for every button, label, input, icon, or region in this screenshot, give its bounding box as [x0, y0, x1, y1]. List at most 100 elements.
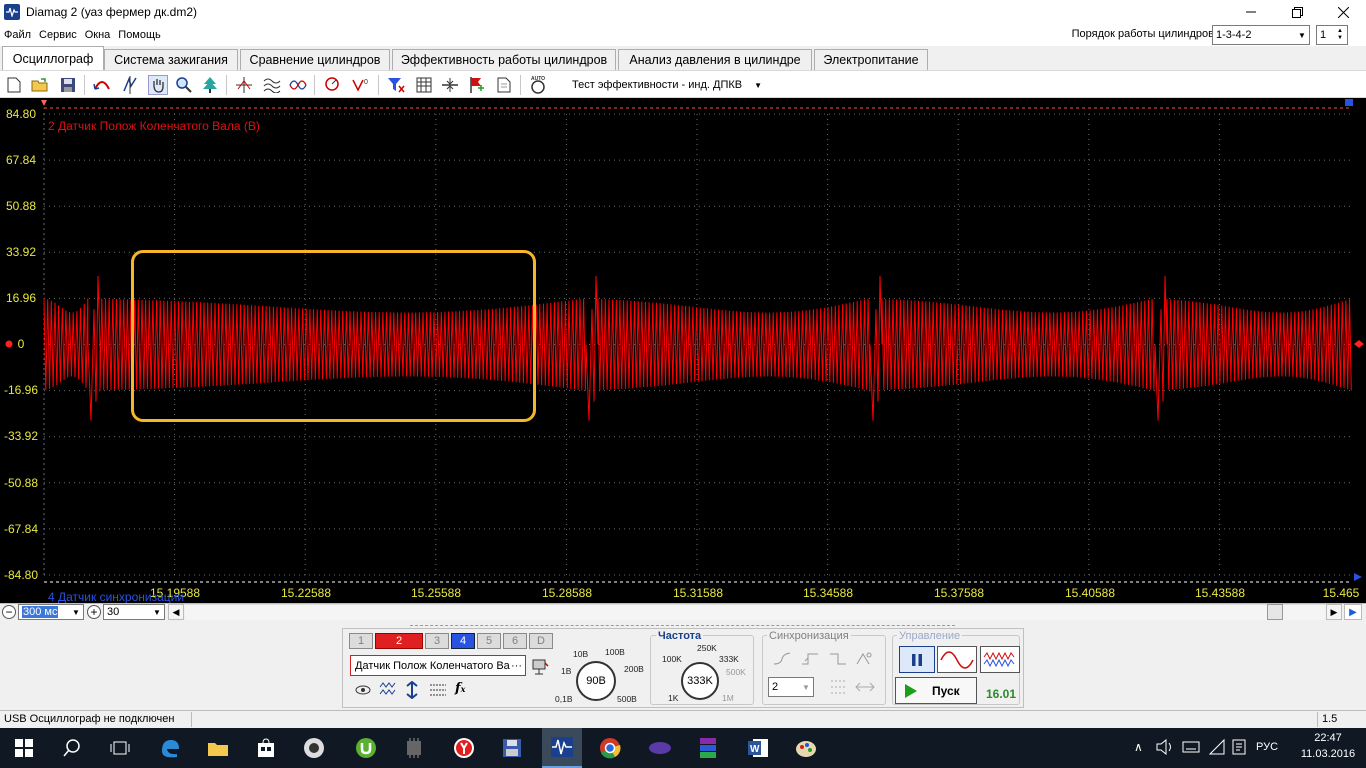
maximize-button[interactable] [1274, 0, 1320, 24]
clock-time[interactable]: 22:47 [1306, 732, 1350, 744]
menu-help[interactable]: Помощь [114, 29, 165, 41]
channel-5-button[interactable]: 5 [477, 633, 501, 649]
winrar-icon[interactable] [696, 736, 720, 760]
view-eye-icon[interactable] [355, 682, 371, 698]
channel-1-button[interactable]: 1 [349, 633, 373, 649]
tray-chevron-up-icon[interactable]: ∧ [1134, 740, 1143, 754]
edge-browser-icon[interactable] [158, 736, 182, 760]
channel-3-button[interactable]: 3 [425, 633, 449, 649]
scrollbar-track[interactable] [185, 604, 1325, 620]
signal-filter-icon[interactable] [379, 682, 397, 698]
word-icon[interactable]: W [746, 736, 770, 760]
sensor-select[interactable]: Датчик Полож Коленчатого Ва ··· [350, 655, 526, 676]
new-file-icon[interactable] [4, 75, 24, 95]
zoom-out-button[interactable]: − [2, 605, 16, 619]
tab-oscilloscope[interactable]: Осциллограф [2, 46, 104, 70]
pause-button[interactable] [899, 646, 935, 673]
sync-edge-down-icon[interactable] [829, 651, 847, 667]
tab-power-supply[interactable]: Электропитание [814, 49, 928, 70]
filter-icon[interactable] [386, 75, 406, 95]
minimize-button[interactable] [1228, 0, 1274, 24]
yandex-browser-icon[interactable] [452, 736, 476, 760]
count-select[interactable]: 30 ▼ [103, 604, 165, 620]
media-player-icon[interactable] [302, 736, 326, 760]
overlay-signals-icon[interactable] [262, 75, 282, 95]
report-icon[interactable] [494, 75, 514, 95]
menu-file[interactable]: Файл [0, 29, 35, 41]
paint-icon[interactable] [794, 736, 818, 760]
sync-auto-icon[interactable] [855, 651, 873, 667]
vertical-scale-icon[interactable] [403, 680, 421, 700]
volume-icon[interactable] [1156, 738, 1174, 757]
channel-d-button[interactable]: D [529, 633, 553, 649]
menu-service[interactable]: Сервис [35, 29, 81, 41]
channel4-marker[interactable] [1354, 573, 1362, 581]
compare-signals-icon[interactable] [288, 75, 308, 95]
cursor-measure-icon[interactable] [120, 75, 140, 95]
zoom-in-button[interactable]: + [87, 605, 101, 619]
sync-channel-select[interactable]: 2 ▼ [768, 677, 814, 697]
open-folder-icon[interactable] [30, 75, 50, 95]
keyboard-icon[interactable] [1182, 740, 1200, 756]
zoom-icon[interactable] [174, 75, 194, 95]
windows-start-icon[interactable] [12, 736, 36, 760]
clock-date[interactable]: 11.03.2016 [1300, 748, 1356, 760]
cursors-icon[interactable] [234, 75, 254, 95]
task-view-icon[interactable] [108, 736, 132, 760]
diamag-taskbar-icon[interactable] [542, 728, 582, 768]
notification-icon[interactable] [1232, 739, 1248, 757]
channel-4-button[interactable]: 4 [451, 633, 475, 649]
sync-rising-icon[interactable] [773, 651, 791, 667]
tree-view-icon[interactable] [200, 75, 220, 95]
chip-app-icon[interactable] [402, 736, 426, 760]
store-icon[interactable] [254, 736, 278, 760]
search-icon[interactable] [60, 736, 84, 760]
grid-table-icon[interactable] [414, 75, 434, 95]
language-indicator[interactable]: РУС [1256, 741, 1278, 753]
play-scroll-button[interactable]: ▶ [1344, 604, 1362, 620]
auto-settings-icon[interactable]: AUTO [528, 75, 548, 95]
tab-cylinder-efficiency[interactable]: Эффективность работы цилиндров [392, 49, 616, 70]
channel-2-button[interactable]: 2 [375, 633, 423, 649]
sensor-settings-icon[interactable] [531, 657, 549, 675]
close-button[interactable] [1320, 0, 1366, 24]
app-ellipse-icon[interactable] [648, 736, 672, 760]
tab-ignition[interactable]: Система зажигания [104, 49, 238, 70]
single-wave-button[interactable] [937, 646, 977, 673]
channel-6-button[interactable]: 6 [503, 633, 527, 649]
save-icon[interactable] [58, 75, 78, 95]
voltage-dial[interactable]: 90В [576, 661, 616, 701]
cylinder-count-spinner[interactable]: 1 ▲ ▼ [1316, 25, 1348, 45]
scrollbar-thumb[interactable] [1267, 604, 1283, 620]
sync-edge-up-icon[interactable] [801, 651, 819, 667]
marker-flag-icon[interactable] [466, 75, 486, 95]
tab-cylinder-pressure[interactable]: Анализ давления в цилиндре [618, 49, 812, 70]
frequency-dial[interactable]: 333K [681, 662, 719, 700]
scroll-left-button[interactable]: ◀ [168, 604, 184, 620]
file-explorer-icon[interactable] [206, 736, 230, 760]
function-fx-icon[interactable]: fx [455, 681, 473, 699]
mode-select[interactable]: Тест эффективности - инд. ДПКВ ▼ [566, 75, 768, 95]
left-cursor-marker[interactable] [41, 100, 47, 106]
floppy-app-icon[interactable] [500, 736, 524, 760]
trigger-level-marker[interactable] [1354, 340, 1364, 348]
hand-pan-icon[interactable] [148, 75, 168, 95]
undo-zoom-icon[interactable] [92, 75, 112, 95]
network-icon[interactable] [1208, 738, 1226, 756]
tab-cylinder-compare[interactable]: Сравнение цилиндров [240, 49, 390, 70]
chrome-icon[interactable] [598, 736, 622, 760]
zero-offset-icon[interactable]: 0 [350, 75, 370, 95]
sync-shift-icon[interactable] [855, 678, 875, 696]
right-cursor-marker[interactable] [1345, 99, 1353, 106]
panel-splitter[interactable] [410, 621, 955, 626]
sync-level-icon[interactable] [829, 678, 849, 696]
line-style-icon[interactable] [429, 682, 447, 698]
auto-scale-icon[interactable] [322, 75, 342, 95]
cylinder-order-select[interactable]: 1-3-4-2 ▼ [1212, 25, 1310, 45]
multi-wave-button[interactable] [980, 646, 1020, 673]
timebase-select[interactable]: 300 мс ▼ [18, 604, 84, 620]
utorrent-icon[interactable] [354, 736, 378, 760]
scroll-right-button[interactable]: ▶ [1326, 604, 1342, 620]
horizontal-split-icon[interactable] [440, 75, 460, 95]
menu-windows[interactable]: Окна [81, 29, 115, 41]
